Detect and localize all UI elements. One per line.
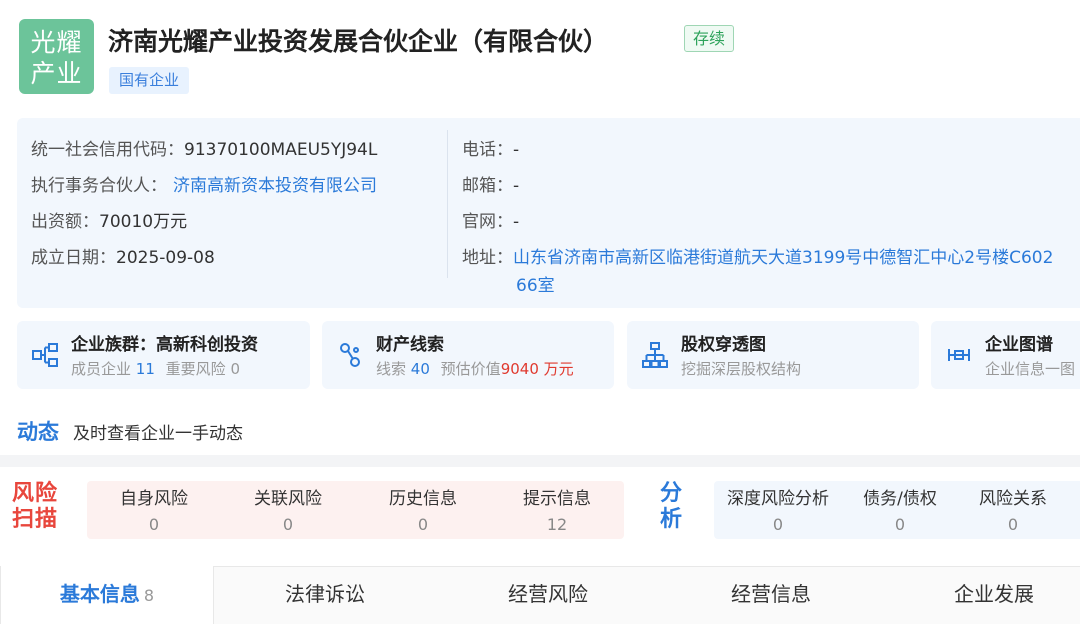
analysis-logo-line1: 分 <box>660 481 683 506</box>
credit-code-value[interactable]: 91370100MAEU5YJ94L <box>184 140 377 160</box>
tab-label: 基本信息 <box>59 582 140 606</box>
company-type-badge[interactable]: 国有企业 <box>109 67 190 94</box>
analysis-item-value: 0 <box>1007 515 1019 534</box>
credit-code-row: 统一社会信用代码：91370100MAEU5YJ94L <box>31 135 377 160</box>
important-risk-label: 重要风险 <box>165 360 226 378</box>
company-logo: 光耀 产业 <box>19 19 94 94</box>
partner-label: 执行事务合伙人： <box>31 176 167 196</box>
phone-row: 电话：- <box>462 135 519 160</box>
company-name: 济南光耀产业投资发展合伙企业（有限合伙） <box>108 27 609 56</box>
graph-card[interactable]: 企业图谱 企业信息一图 <box>931 321 1080 389</box>
analysis-item-deep-risk[interactable]: 深度风险分析 0 <box>711 484 845 534</box>
risk-item-label: 自身风险 <box>120 489 188 509</box>
clues-card-title: 财产线索 <box>376 335 444 355</box>
equity-card-sub: 挖掘深层股权结构 <box>681 360 802 378</box>
email-row: 邮箱：- <box>462 171 519 196</box>
tab-development[interactable]: 企业发展 <box>887 566 1080 624</box>
capital-value: 70010万元 <box>99 212 188 232</box>
tab-operating-info[interactable]: 经营信息 <box>664 566 878 624</box>
analysis-logo[interactable]: 分 析 <box>660 481 690 533</box>
risk-item-value: 0 <box>417 515 429 534</box>
address-row: 地址：山东省济南市高新区临港街道航天大道3199号中德智汇中心2号楼C602 <box>462 243 1053 268</box>
address-link[interactable]: 山东省济南市高新区临港街道航天大道3199号中德智汇中心2号楼C602 <box>513 248 1053 268</box>
estimated-value: 9040 万元 <box>500 360 574 378</box>
founded-row: 成立日期：2025-09-08 <box>31 243 215 268</box>
website-label: 官网： <box>462 212 513 232</box>
phone-value: - <box>513 140 520 160</box>
credit-code-label: 统一社会信用代码： <box>31 140 184 160</box>
dynamic-text[interactable]: 及时查看企业一手动态 <box>73 419 243 444</box>
analysis-item-value: 0 <box>772 515 784 534</box>
phone-label: 电话： <box>462 140 513 160</box>
clues-card[interactable]: 财产线索 线索 40 预估价值9040 万元 <box>322 321 614 389</box>
enterprise-graph-icon <box>948 349 970 361</box>
graph-card-sub: 企业信息一图 <box>985 360 1076 378</box>
clues-card-sub: 线索 40 预估价值9040 万元 <box>376 358 574 379</box>
section-separator <box>0 455 1080 467</box>
risk-item-history[interactable]: 历史信息 0 <box>356 484 490 534</box>
partner-row: 执行事务合伙人： 济南高新资本投资有限公司 <box>31 171 377 196</box>
risk-item-self[interactable]: 自身风险 0 <box>87 484 221 534</box>
analysis-item-label: 深度风险分析 <box>727 489 829 509</box>
info-divider <box>447 130 448 278</box>
tab-legal[interactable]: 法律诉讼 <box>218 566 432 624</box>
property-clue-icon <box>340 343 360 367</box>
website-row: 官网：- <box>462 207 519 232</box>
risk-item-value: 0 <box>282 515 294 534</box>
analysis-logo-line2: 析 <box>660 507 683 532</box>
members-label: 成员企业 <box>71 360 132 378</box>
analysis-item-label: 风险关系 <box>979 489 1047 509</box>
analysis-item-relations[interactable]: 风险关系 0 <box>946 484 1080 534</box>
website-value: - <box>513 212 520 232</box>
clues-label: 线索 <box>376 360 407 378</box>
clues-count: 40 <box>410 360 430 378</box>
email-label: 邮箱： <box>462 176 513 196</box>
logo-text-line2: 产业 <box>30 59 83 88</box>
capital-row: 出资额：70010万元 <box>31 207 187 232</box>
org-structure-icon <box>32 343 58 367</box>
risk-item-value: 12 <box>546 515 568 534</box>
risk-item-label: 历史信息 <box>389 489 457 509</box>
graph-card-title: 企业图谱 <box>985 335 1053 355</box>
risk-item-notice[interactable]: 提示信息 12 <box>490 484 624 534</box>
email-value: - <box>513 176 520 196</box>
group-card[interactable]: 企业族群：高新科创投资 成员企业 11 重要风险 0 <box>17 321 310 389</box>
equity-tree-icon <box>642 342 668 368</box>
capital-label: 出资额： <box>31 212 99 232</box>
dynamic-title[interactable]: 动态 <box>17 416 59 446</box>
risk-logo-line2: 扫描 <box>12 507 59 532</box>
important-risk-count: 0 <box>230 360 241 378</box>
risk-logo-line1: 风险 <box>12 481 59 506</box>
equity-card-title: 股权穿透图 <box>681 335 766 355</box>
founded-value: 2025-09-08 <box>116 248 215 268</box>
risk-item-label: 提示信息 <box>523 489 591 509</box>
address-label: 地址： <box>462 248 513 268</box>
risk-item-related[interactable]: 关联风险 0 <box>221 484 355 534</box>
status-badge: 存续 <box>684 25 735 52</box>
logo-text-line1: 光耀 <box>30 28 83 57</box>
risk-item-label: 关联风险 <box>254 489 322 509</box>
address-line2[interactable]: 66室 <box>516 271 555 296</box>
risk-item-value: 0 <box>148 515 160 534</box>
partner-link[interactable]: 济南高新资本投资有限公司 <box>173 176 377 196</box>
equity-card[interactable]: 股权穿透图 挖掘深层股权结构 <box>627 321 919 389</box>
members-count: 11 <box>135 360 155 378</box>
tab-count: 8 <box>143 586 155 605</box>
group-card-sub: 成员企业 11 重要风险 0 <box>71 358 240 379</box>
founded-label: 成立日期： <box>31 248 116 268</box>
tab-operating-risk[interactable]: 经营风险 <box>441 566 655 624</box>
group-card-title: 企业族群：高新科创投资 <box>71 335 258 355</box>
risk-scan-logo[interactable]: 风险 扫描 <box>12 481 62 533</box>
value-label: 预估价值 <box>440 360 501 378</box>
tab-basic-info[interactable]: 基本信息 8 <box>0 566 214 624</box>
